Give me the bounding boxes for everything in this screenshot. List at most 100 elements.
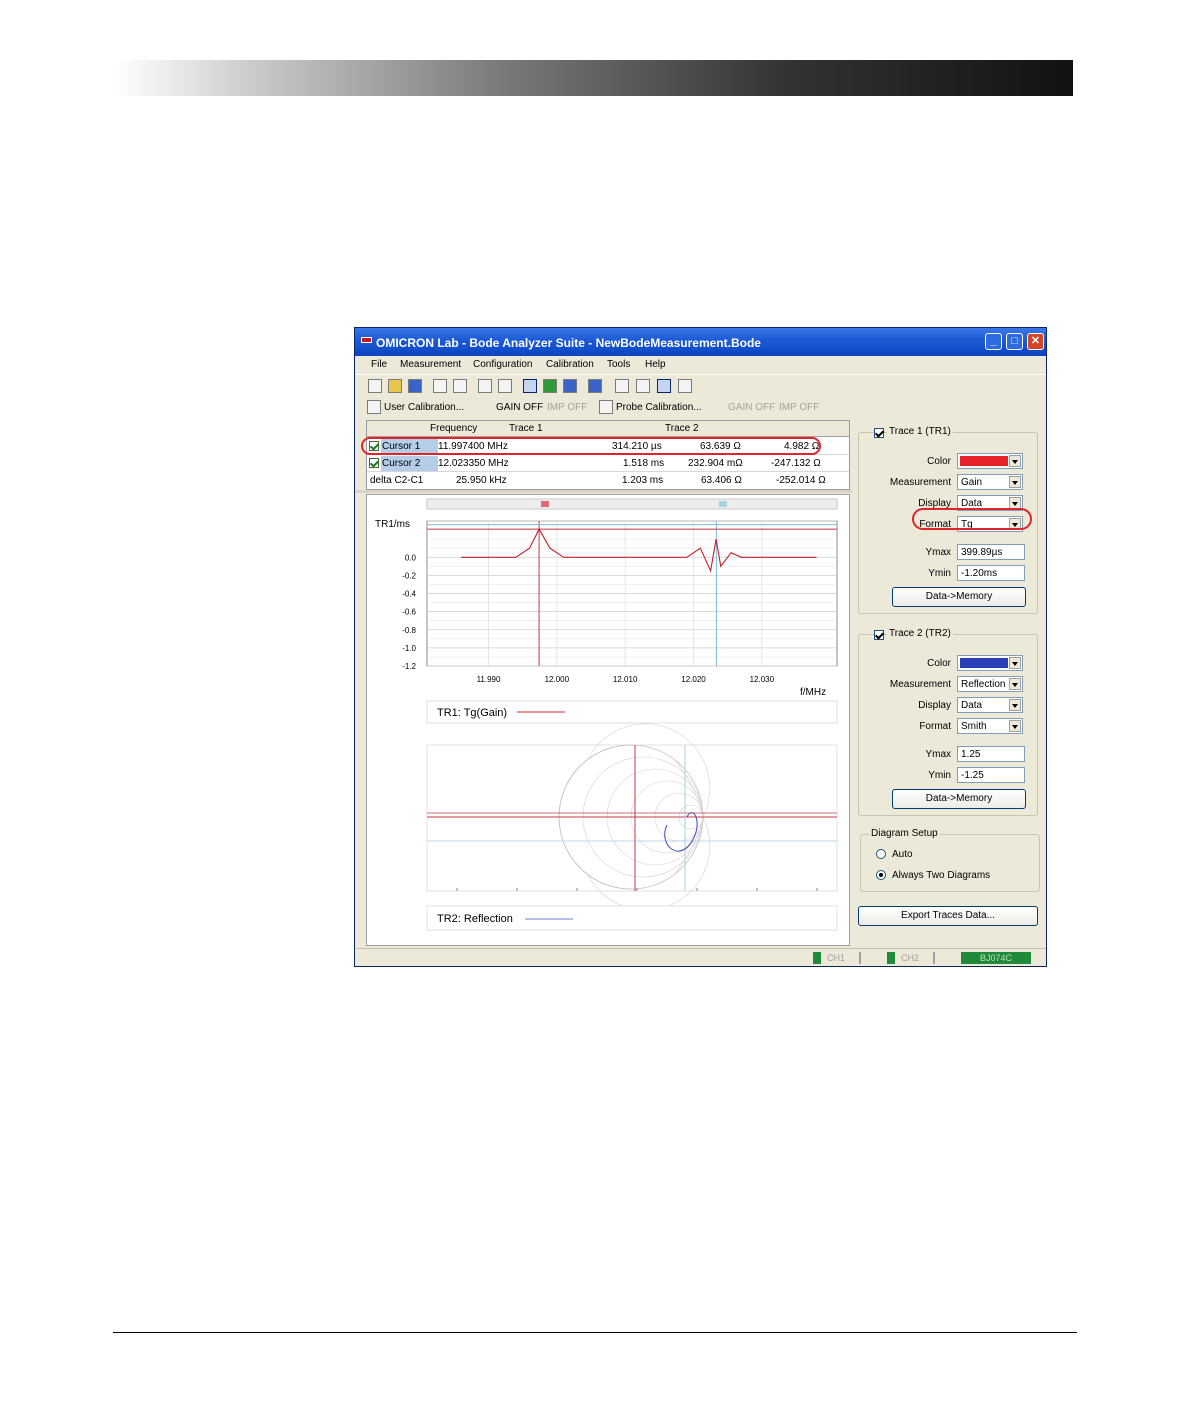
menu-measurement[interactable]: Measurement bbox=[400, 359, 461, 370]
trace1-title: Trace 1 (TR1) bbox=[887, 426, 953, 437]
trace2-checkbox[interactable] bbox=[874, 630, 884, 640]
probe-cal-icon[interactable] bbox=[599, 400, 613, 414]
print-icon[interactable] bbox=[433, 379, 447, 393]
menu-file[interactable]: File bbox=[371, 359, 387, 370]
wrench-icon[interactable] bbox=[498, 379, 512, 393]
ch2-status: CH2 bbox=[901, 953, 920, 963]
cursor2-icon[interactable] bbox=[636, 379, 650, 393]
footer-rule bbox=[113, 1332, 1077, 1333]
chart1-xtick-label: 12.010 bbox=[613, 675, 638, 684]
trace2-ymin-value: -1.25 bbox=[961, 770, 984, 781]
delta-trace1: 1.203 ms bbox=[622, 475, 664, 486]
user-cal-icon[interactable] bbox=[367, 400, 381, 414]
trace2-format-label: Format bbox=[919, 721, 951, 732]
chart1-ytick-label: 0.0 bbox=[405, 553, 417, 562]
trace2-display-select[interactable]: Data bbox=[957, 697, 1023, 713]
smith-plot-area bbox=[426, 744, 838, 892]
save-icon[interactable] bbox=[408, 379, 422, 393]
menu-tools[interactable]: Tools bbox=[607, 359, 630, 370]
cursor2-name: Cursor 2 bbox=[382, 458, 421, 469]
trace1-data-memory-label: Data->Memory bbox=[925, 591, 993, 602]
play-icon[interactable] bbox=[523, 379, 537, 393]
menu-calibration[interactable]: Calibration bbox=[546, 359, 594, 370]
chart1-xtick-label: 12.000 bbox=[545, 675, 570, 684]
horizontal-splitter[interactable] bbox=[355, 490, 852, 493]
open-folder-icon[interactable] bbox=[388, 379, 402, 393]
trace1-ymin-input[interactable]: -1.20ms bbox=[957, 565, 1025, 581]
help-icon[interactable] bbox=[588, 379, 602, 393]
cursor2-slider-handle[interactable] bbox=[719, 501, 727, 507]
trace1-color-select[interactable] bbox=[957, 453, 1023, 469]
trace1-measurement-select[interactable]: Gain bbox=[957, 474, 1023, 490]
cursor1-slider-handle[interactable] bbox=[541, 501, 549, 507]
chevron-down-icon bbox=[1009, 699, 1021, 711]
chart1-xlabel: f/MHz bbox=[800, 687, 826, 698]
chevron-down-icon bbox=[1009, 657, 1021, 669]
user-calibration-button[interactable]: User Calibration... bbox=[384, 402, 464, 413]
probe-imp-off-status: IMP OFF bbox=[779, 402, 820, 413]
title-bar[interactable]: OMICRON Lab - Bode Analyzer Suite - NewB… bbox=[355, 328, 1046, 356]
cursor2-checkbox[interactable] bbox=[369, 458, 379, 468]
gain-off-status: GAIN OFF bbox=[496, 402, 544, 413]
cursor1-highlight-oval bbox=[361, 437, 821, 455]
export-traces-button[interactable]: Export Traces Data... bbox=[858, 906, 1038, 926]
calibration-bar: User Calibration... GAIN OFF IMP OFF Pro… bbox=[355, 398, 1046, 418]
header-gradient-band bbox=[117, 60, 1073, 96]
chart1-plot: 0.0 -0.2 -0.4 -0.6 -0.8 -1.0 -1.2 11.990 12.000 1… bbox=[402, 520, 838, 684]
trace2-color-select[interactable] bbox=[957, 655, 1023, 671]
maximize-button[interactable]: □ bbox=[1006, 333, 1023, 350]
diagram-always-two-label: Always Two Diagrams bbox=[892, 870, 991, 881]
trace1-ymin-label: Ymin bbox=[928, 568, 951, 579]
chart2-legend-text: TR2: Reflection bbox=[437, 913, 513, 925]
col-frequency: Frequency bbox=[430, 423, 478, 434]
stop-icon[interactable] bbox=[563, 379, 577, 393]
cursor1-icon[interactable] bbox=[615, 379, 629, 393]
probe-calibration-button[interactable]: Probe Calibration... bbox=[616, 402, 702, 413]
cursor-slider-strip[interactable] bbox=[426, 498, 838, 510]
trace2-color-swatch bbox=[960, 658, 1008, 668]
trace1-ymax-value: 399.89µs bbox=[961, 547, 1003, 558]
trace1-ymin-value: -1.20ms bbox=[961, 568, 998, 579]
trace2-measurement-label: Measurement bbox=[889, 679, 951, 690]
format-highlight-oval bbox=[912, 508, 1032, 530]
trace2-measurement-select[interactable]: Reflection bbox=[957, 676, 1023, 692]
diagram-auto-radio[interactable] bbox=[876, 849, 886, 859]
device-status: BJ074C bbox=[979, 953, 1013, 963]
ch1-led bbox=[813, 952, 821, 964]
probe-gain-off-status: GAIN OFF bbox=[728, 402, 776, 413]
new-file-icon[interactable] bbox=[368, 379, 382, 393]
trace1-color-label: Color bbox=[927, 456, 951, 467]
close-icon: ✕ bbox=[1030, 335, 1041, 347]
trace2-ymax-input[interactable]: 1.25 bbox=[957, 746, 1025, 762]
trace1-data-memory-button[interactable]: Data->Memory bbox=[892, 587, 1026, 607]
print-preview-icon[interactable] bbox=[453, 379, 467, 393]
trace1-ymax-input[interactable]: 399.89µs bbox=[957, 544, 1025, 560]
trace2-ymin-input[interactable]: -1.25 bbox=[957, 767, 1025, 783]
window-title: OMICRON Lab - Bode Analyzer Suite - NewB… bbox=[376, 336, 761, 350]
cursor2-row[interactable]: Cursor 2 12.023350 MHz 1.518 ms 232.904 … bbox=[367, 455, 849, 472]
minimize-button[interactable]: _ bbox=[985, 333, 1002, 350]
trace2-data-memory-button[interactable]: Data->Memory bbox=[892, 789, 1026, 809]
device-icon[interactable] bbox=[478, 379, 492, 393]
chart1-ytick-label: -0.2 bbox=[402, 571, 416, 580]
trace2-group: Trace 2 (TR2) Color Measurement Reflecti… bbox=[858, 628, 1038, 816]
diagram-setup-title: Diagram Setup bbox=[869, 828, 940, 839]
delta-row[interactable]: delta C2-C1 25.950 kHz 1.203 ms 63.406 Ω… bbox=[367, 472, 849, 489]
right-settings-panel: Trace 1 (TR1) Color Measurement Gain Dis… bbox=[851, 420, 1044, 946]
trace1-checkbox[interactable] bbox=[874, 428, 884, 438]
smith-chart bbox=[426, 723, 838, 911]
delta-name: delta C2-C1 bbox=[370, 475, 424, 486]
menu-help[interactable]: Help bbox=[645, 359, 666, 370]
trace2-format-value: Smith bbox=[961, 721, 987, 732]
chart-panel: TR1/ms 0.0 -0.2 -0.4 -0.6 -0.8 -1.0 -1.2 11.990… bbox=[366, 494, 850, 946]
main-toolbar bbox=[355, 374, 1046, 398]
autoscale-icon[interactable] bbox=[657, 379, 671, 393]
cursor2-frequency: 12.023350 MHz bbox=[438, 458, 509, 469]
menu-configuration[interactable]: Configuration bbox=[473, 359, 532, 370]
trace2-display-value: Data bbox=[961, 700, 983, 711]
close-button[interactable]: ✕ bbox=[1027, 333, 1044, 350]
chart-options-icon[interactable] bbox=[678, 379, 692, 393]
diagram-always-two-radio[interactable] bbox=[876, 870, 886, 880]
single-sweep-icon[interactable] bbox=[543, 379, 557, 393]
trace2-format-select[interactable]: Smith bbox=[957, 718, 1023, 734]
